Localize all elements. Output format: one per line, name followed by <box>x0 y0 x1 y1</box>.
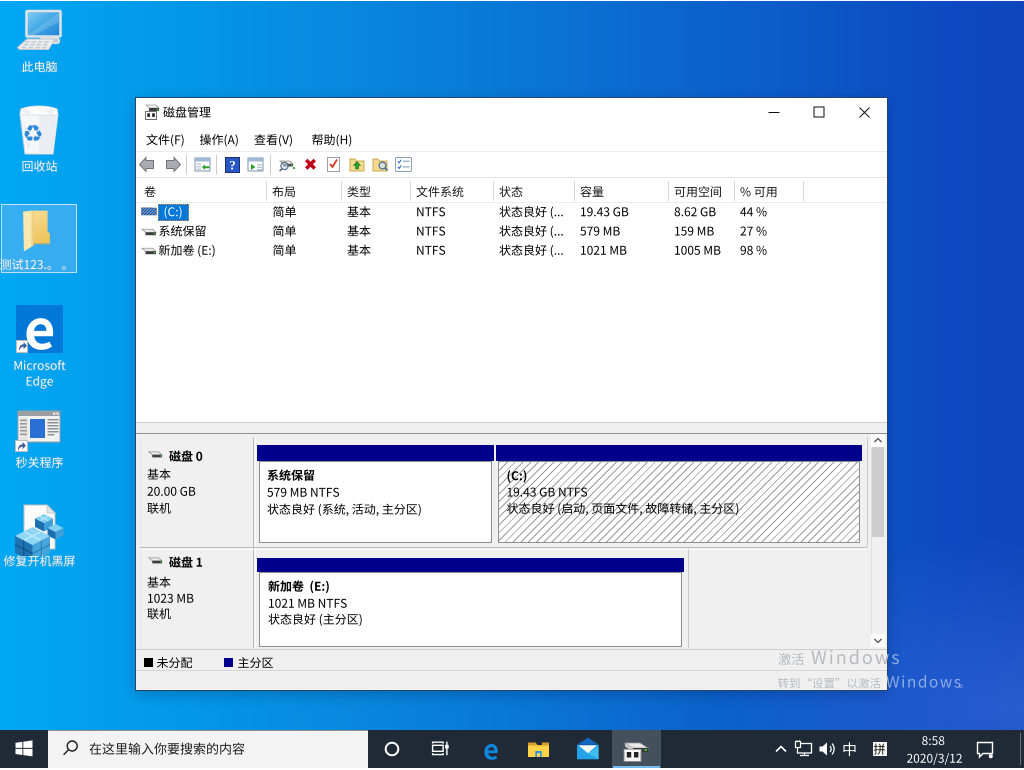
svg-text:?: ? <box>229 157 236 172</box>
